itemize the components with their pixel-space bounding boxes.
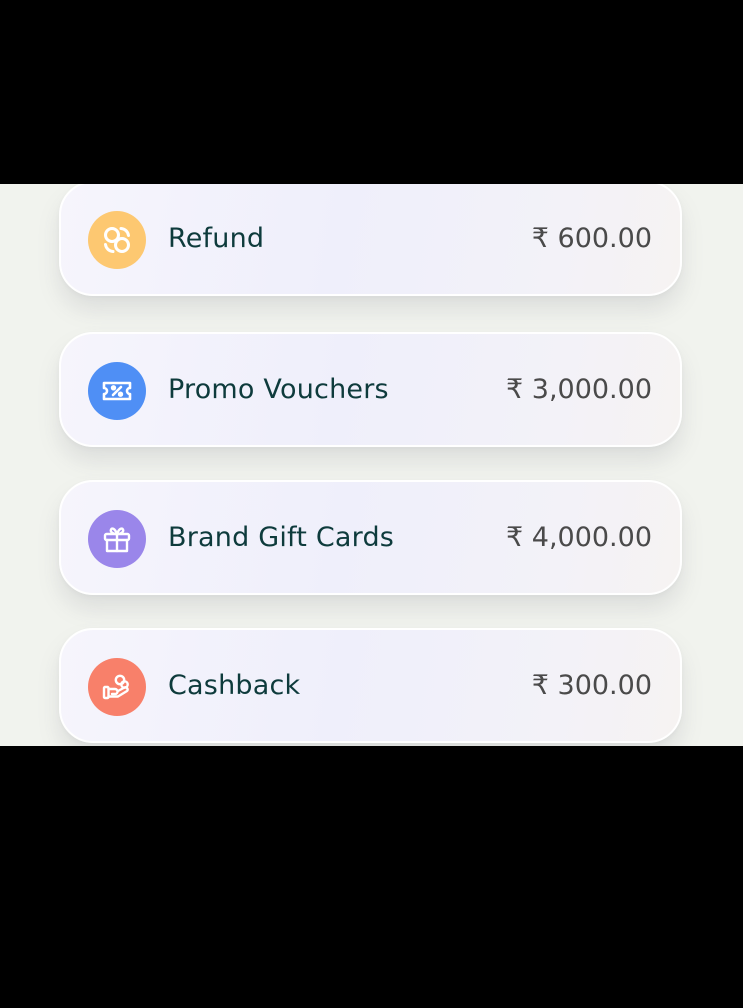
voucher-icon bbox=[88, 362, 146, 420]
balance-label: Brand Gift Cards bbox=[168, 522, 395, 553]
balance-amount: ₹ 3,000.00 bbox=[506, 374, 652, 405]
balance-amount: ₹ 300.00 bbox=[531, 670, 652, 701]
balance-card-refund[interactable]: Refund ₹ 600.00 bbox=[59, 184, 682, 296]
refund-icon bbox=[88, 211, 146, 269]
wallet-balance-list: Refund ₹ 600.00 Promo Vouchers ₹ 3,000.0… bbox=[0, 184, 743, 746]
balance-card-brand-gift-cards[interactable]: Brand Gift Cards ₹ 4,000.00 bbox=[59, 480, 682, 595]
balance-label: Promo Vouchers bbox=[168, 374, 389, 405]
balance-label: Cashback bbox=[168, 670, 301, 701]
balance-amount: ₹ 600.00 bbox=[531, 223, 652, 254]
gift-icon bbox=[88, 510, 146, 568]
balance-amount: ₹ 4,000.00 bbox=[506, 522, 652, 553]
balance-label: Refund bbox=[168, 223, 265, 254]
cashback-hand-icon bbox=[88, 658, 146, 716]
balance-card-cashback[interactable]: Cashback ₹ 300.00 bbox=[59, 628, 682, 743]
balance-card-promo-vouchers[interactable]: Promo Vouchers ₹ 3,000.00 bbox=[59, 332, 682, 447]
